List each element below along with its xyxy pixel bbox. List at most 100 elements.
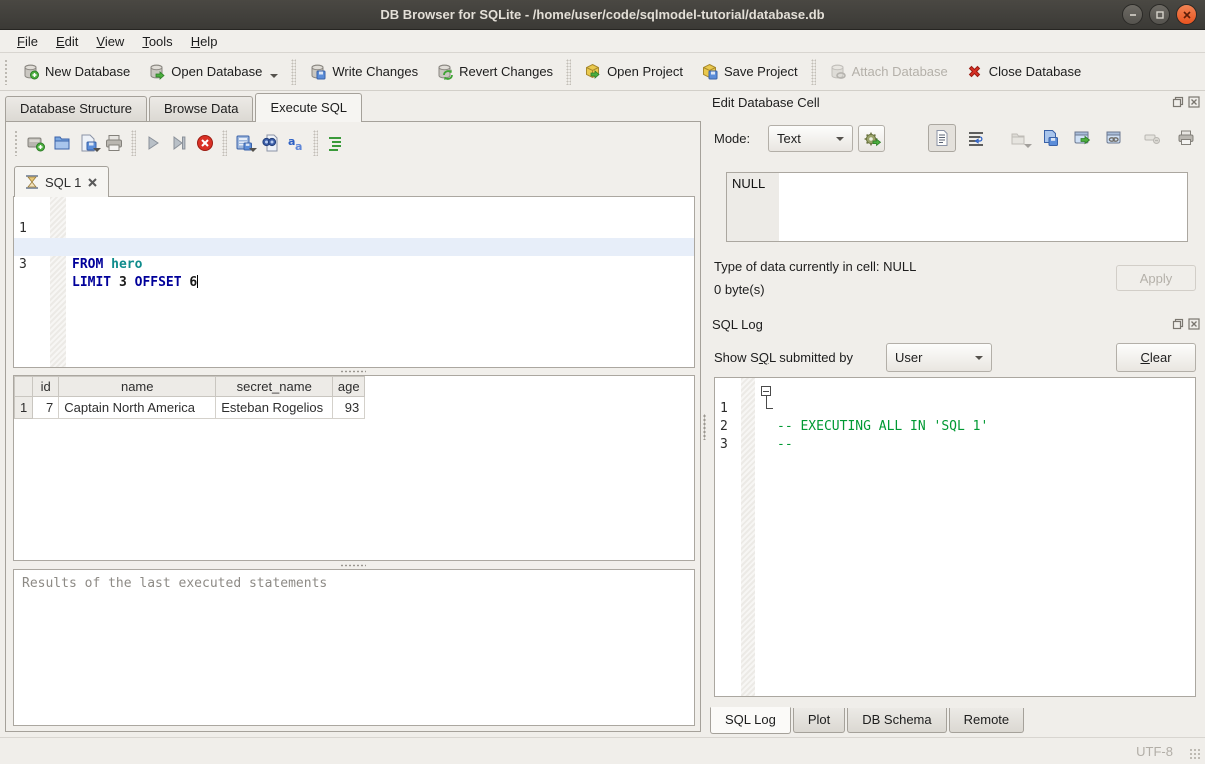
- menu-view[interactable]: View: [87, 32, 133, 51]
- execute-current-line-icon: [169, 133, 189, 153]
- main-tabbar: Database Structure Browse Data Execute S…: [5, 93, 364, 122]
- cell-secret-name[interactable]: Esteban Rogelios: [216, 397, 333, 419]
- set-null-button: [1138, 124, 1166, 152]
- dock-tab-plot[interactable]: Plot: [793, 708, 845, 733]
- sql-editor[interactable]: 1 SELECT id, name, secret_name, age 2 FR…: [13, 196, 695, 368]
- menu-tools[interactable]: Tools: [133, 32, 181, 51]
- close-button[interactable]: [1176, 4, 1197, 25]
- column-header-name[interactable]: name: [59, 377, 216, 397]
- results-message-box: Results of the last executed statements: [13, 569, 695, 726]
- sql-log-filter-select[interactable]: User: [886, 343, 992, 372]
- tab-database-structure[interactable]: Database Structure: [5, 96, 147, 122]
- open-external-icon: [1073, 129, 1091, 147]
- word-wrap-button[interactable]: [962, 124, 990, 152]
- open-project-button[interactable]: Open Project: [575, 58, 692, 85]
- print-button[interactable]: [101, 130, 127, 156]
- execute-current-line-button[interactable]: [166, 130, 192, 156]
- format-sql-button[interactable]: [322, 130, 348, 156]
- show-sql-label: Show SQL submitted by: [714, 350, 853, 365]
- export-results-button[interactable]: [231, 130, 257, 156]
- dock-tab-sql-log[interactable]: SQL Log: [710, 707, 791, 734]
- apply-mode-button[interactable]: [858, 125, 885, 152]
- print-cell-button[interactable]: [1172, 124, 1200, 152]
- window-title: DB Browser for SQLite - /home/user/code/…: [380, 7, 824, 22]
- save-sql-file-button[interactable]: [75, 130, 101, 156]
- close-tab-icon[interactable]: [87, 177, 98, 188]
- new-sql-tab-button[interactable]: [23, 130, 49, 156]
- save-sql-dropdown-caret[interactable]: [93, 148, 101, 152]
- tab-browse-data[interactable]: Browse Data: [149, 96, 253, 122]
- find-button[interactable]: [257, 130, 283, 156]
- open-external-button[interactable]: [1068, 124, 1096, 152]
- column-header-id[interactable]: id: [33, 377, 59, 397]
- stop-execution-button[interactable]: [192, 130, 218, 156]
- dock-tab-db-schema[interactable]: DB Schema: [847, 708, 946, 733]
- corner-header-cell[interactable]: [15, 377, 33, 397]
- mode-select[interactable]: Text: [768, 125, 853, 152]
- revert-changes-button[interactable]: Revert Changes: [427, 58, 562, 85]
- format-sql-icon: [325, 133, 345, 153]
- open-database-dropdown-caret[interactable]: [270, 74, 278, 78]
- menu-help[interactable]: Help: [182, 32, 227, 51]
- column-header-secret-name[interactable]: secret_name: [216, 377, 333, 397]
- cell-age[interactable]: 93: [333, 397, 365, 419]
- resize-grip[interactable]: [1189, 748, 1202, 761]
- column-header-age[interactable]: age: [333, 377, 365, 397]
- menu-file[interactable]: File: [8, 32, 47, 51]
- print-icon: [104, 133, 124, 153]
- open-sql-file-icon: [52, 133, 72, 153]
- execute-all-button[interactable]: [140, 130, 166, 156]
- sql-document-tab[interactable]: SQL 1: [14, 166, 109, 197]
- cell-name[interactable]: Captain North America: [59, 397, 216, 419]
- export-results-dropdown-caret[interactable]: [249, 148, 257, 152]
- editor-toolbar-separator: [313, 130, 318, 156]
- open-database-button[interactable]: Open Database: [139, 58, 287, 85]
- minimize-button[interactable]: [1122, 4, 1143, 25]
- dock-tabbar: SQL Log Plot DB Schema Remote: [710, 708, 1026, 734]
- main-toolbar: New Database Open Database Write Changes…: [0, 53, 1205, 91]
- menu-edit[interactable]: Edit: [47, 32, 87, 51]
- close-dock-icon[interactable]: [1188, 96, 1200, 108]
- text-document-icon: [933, 129, 951, 147]
- grid-message-splitter[interactable]: [6, 562, 700, 569]
- link-cell-button[interactable]: [1100, 124, 1128, 152]
- minimize-icon: [1128, 10, 1138, 20]
- edit-cell-title: Edit Database Cell: [712, 95, 820, 110]
- open-project-icon: [584, 63, 601, 80]
- toolbar-drag-handle[interactable]: [4, 59, 9, 85]
- auto-completion-button[interactable]: aa: [283, 130, 309, 156]
- cell-type-info: Type of data currently in cell: NULL: [714, 259, 916, 274]
- cell-id[interactable]: 7: [33, 397, 59, 419]
- save-project-button[interactable]: Save Project: [692, 58, 807, 85]
- editor-results-splitter[interactable]: [6, 368, 700, 375]
- clear-log-button[interactable]: Clear: [1116, 343, 1196, 372]
- window-controls: [1122, 4, 1197, 25]
- text-document-button[interactable]: [928, 124, 956, 152]
- new-database-button[interactable]: New Database: [13, 58, 139, 85]
- menubar: File Edit View Tools Help: [0, 30, 1205, 53]
- save-project-icon: [701, 63, 718, 80]
- editor-toolbar-drag-handle[interactable]: [14, 130, 19, 156]
- close-database-button[interactable]: Close Database: [957, 58, 1091, 85]
- cell-editor[interactable]: NULL: [726, 172, 1188, 242]
- sql-log-view[interactable]: 1 -- EXECUTING ALL IN 'SQL 1' 2 -- 3: [714, 377, 1196, 697]
- float-dock-icon[interactable]: [1172, 318, 1184, 330]
- write-changes-button[interactable]: Write Changes: [300, 58, 427, 85]
- panel-splitter[interactable]: [701, 121, 708, 732]
- open-sql-file-button[interactable]: [49, 130, 75, 156]
- tab-execute-sql[interactable]: Execute SQL: [255, 93, 362, 122]
- fold-collapse-icon[interactable]: [761, 386, 771, 396]
- export-file-button[interactable]: [1036, 124, 1064, 152]
- maximize-button[interactable]: [1149, 4, 1170, 25]
- attach-database-icon: [829, 63, 846, 80]
- dock-tab-remote[interactable]: Remote: [949, 708, 1025, 733]
- toolbar-separator: [566, 59, 571, 85]
- table-row: 1 7 Captain North America Esteban Rogeli…: [15, 397, 365, 419]
- close-dock-icon[interactable]: [1188, 318, 1200, 330]
- export-file-icon: [1041, 129, 1059, 147]
- text-cursor: [197, 275, 198, 288]
- apply-button: Apply: [1116, 265, 1196, 291]
- sql-code-line-3: LIMIT 3 OFFSET 6: [72, 274, 198, 292]
- float-dock-icon[interactable]: [1172, 96, 1184, 108]
- row-number-cell[interactable]: 1: [15, 397, 33, 419]
